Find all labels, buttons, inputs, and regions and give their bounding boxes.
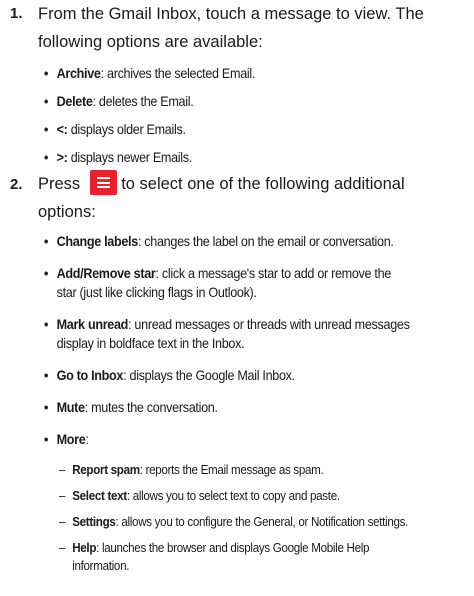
sub-desc: : launches the browser and displays Goog… [96,540,370,555]
bullet-desc-wrap: display in boldface text in the Inbox. [56,335,245,351]
sub-settings: – Settings: allows you to configure the G… [59,514,409,529]
step-2-line-2: options: [38,203,96,221]
bullet-term: Go to Inbox [56,367,124,383]
bullet-change-labels: • Change labels: changes the label on the… [44,233,394,249]
bullet-go-to-inbox: • Go to Inbox: displays the Google Mail I… [44,367,295,383]
step-2-suffix: to select one of the following additiona… [121,175,405,193]
sub-help: – Help: launches the browser and displays… [59,539,437,575]
bullet-term: Archive [56,65,101,81]
step-1-line-2: following options are available: [38,33,263,51]
bullet-desc-wrap: star (just like clicking flags in Outloo… [56,284,257,300]
bullet-term: Change labels [56,233,139,249]
bullet-add-remove-star: • Add/Remove star: click a message's star… [44,264,427,302]
bullet-desc: : displays the Google Mail Inbox. [123,367,295,383]
bullet-term: Mark unread [56,316,129,332]
sub-term: Help [72,540,97,555]
step-2-text: Press to select one of the following addi… [38,170,468,226]
bullet-more: • More: [44,431,89,447]
sub-select-text: – Select text: allows you to select text … [59,488,340,503]
sub-term: Report spam [72,462,140,477]
bullet-mute: • Mute: mutes the conversation. [44,399,218,415]
step-2-line-1: Press to select one of the following addi… [38,170,468,198]
bullet-desc: displays older Emails. [67,121,186,137]
bullet-older: • <: displays older Emails. [44,121,186,137]
sub-term: Select text [72,488,127,503]
bullet-desc: displays newer Emails. [67,149,193,165]
menu-icon [90,170,118,195]
bullet-desc: : unread messages or threads with unread… [128,316,410,332]
bullet-delete: • Delete: deletes the Email. [44,93,194,109]
bullet-desc: : [85,431,89,447]
bullet-desc: : click a message's star to add or remov… [155,265,392,281]
bullet-desc: : mutes the conversation. [84,399,218,415]
bullet-term: >: [56,149,68,165]
step-1-number: 1. [10,5,23,22]
step-1-text: From the Gmail Inbox, touch a message to… [38,0,468,56]
bullet-term: More [56,431,86,447]
bullet-archive: • Archive: archives the selected Email. [44,65,256,81]
sub-desc-wrap: information. [72,558,130,573]
bullet-mark-unread: • Mark unread: unread messages or threads… [44,315,427,353]
sub-term: Settings [72,514,116,529]
bullet-term: <: [56,121,68,137]
bullet-newer: • >: displays newer Emails. [44,149,193,165]
bullet-term: Mute [56,399,85,415]
bullet-desc: : deletes the Email. [92,93,194,109]
sub-desc: : allows you to select text to copy and … [126,488,340,503]
bullet-term: Add/Remove star [56,265,156,281]
bullet-term: Delete [56,93,93,109]
step-2-prefix: Press [38,175,81,193]
step-2-number: 2. [10,176,23,193]
instruction-page: 1. From the Gmail Inbox, touch a message… [0,0,474,596]
bullet-desc: : changes the label on the email or conv… [137,233,394,249]
sub-report-spam: – Report spam: reports the Email message … [59,462,324,477]
sub-desc: : allows you to configure the General, o… [115,514,409,529]
bullet-desc: : archives the selected Email. [100,65,256,81]
sub-desc: : reports the Email message as spam. [139,462,324,477]
step-1-line-1: From the Gmail Inbox, touch a message to… [38,5,424,23]
